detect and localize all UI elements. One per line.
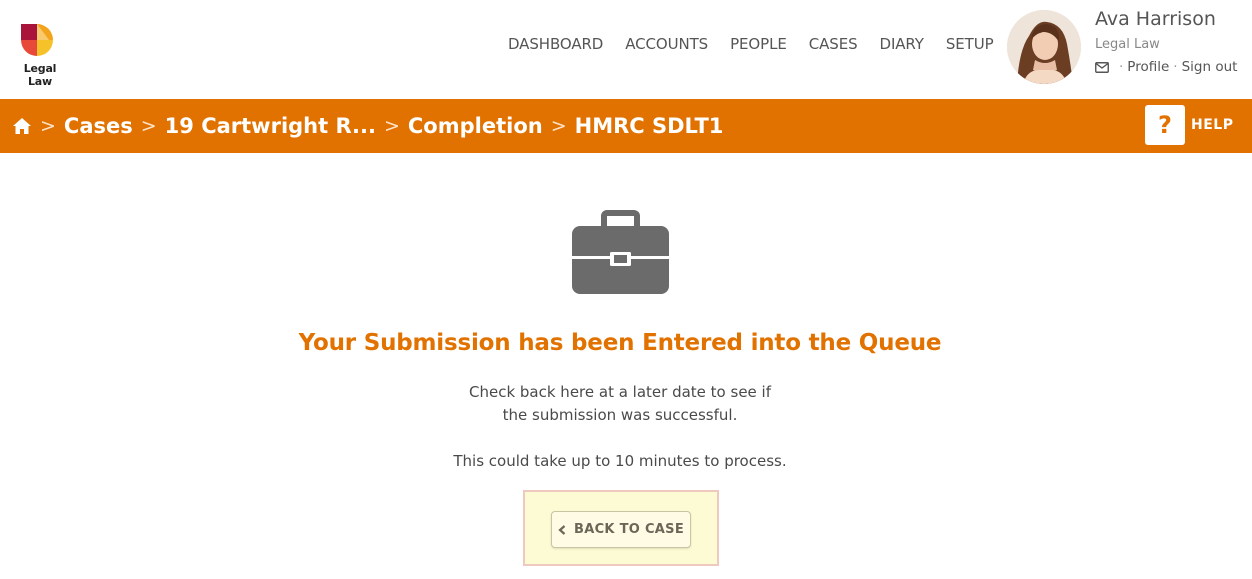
mail-icon[interactable] [1095,61,1109,73]
breadcrumb: > Cases > 19 Cartwright R... > Completio… [12,99,723,153]
user-name: Ava Harrison [1095,8,1216,30]
nav-dashboard[interactable]: DASHBOARD [508,35,603,53]
breadcrumb-separator: > [550,115,567,137]
nav-accounts[interactable]: ACCOUNTS [625,35,708,53]
user-avatar[interactable] [1007,10,1081,84]
top-header: Legal Law DASHBOARD ACCOUNTS PEOPLE CASE… [0,0,1252,99]
breadcrumb-separator: > [140,115,157,137]
nav-cases[interactable]: CASES [809,35,858,53]
breadcrumb-item-current: HMRC SDLT1 [574,114,724,138]
help-button-label[interactable]: HELP [1191,117,1233,133]
page-title: Your Submission has been Entered into th… [298,330,942,356]
breadcrumb-bar: > Cases > 19 Cartwright R... > Completio… [0,99,1252,153]
back-to-case-label: BACK TO CASE [574,522,684,537]
nav-people[interactable]: PEOPLE [730,35,787,53]
main-nav: DASHBOARD ACCOUNTS PEOPLE CASES DIARY SE… [508,35,1016,53]
brand-logo[interactable]: Legal Law [10,18,72,88]
brand-name: Legal Law [23,62,57,88]
briefcase-icon [572,210,669,294]
user-organisation: Legal Law [1095,37,1160,52]
nav-diary[interactable]: DIARY [880,35,924,53]
link-separator: · [1173,59,1178,75]
breadcrumb-item-completion[interactable]: Completion [408,114,543,138]
logo-mark-icon [21,24,53,56]
breadcrumb-separator: > [40,115,56,137]
info-text-line2: the submission was successful. [502,406,738,424]
nav-setup[interactable]: SETUP [946,35,994,53]
profile-link[interactable]: Profile [1127,59,1169,75]
breadcrumb-item-case[interactable]: 19 Cartwright R... [165,114,376,138]
signout-link[interactable]: Sign out [1182,59,1238,75]
user-links: · Profile · Sign out [1095,59,1237,75]
back-to-case-button[interactable]: BACK TO CASE [551,511,691,548]
processing-time-text: This could take up to 10 minutes to proc… [453,452,787,470]
breadcrumb-separator: > [383,115,400,137]
help-icon[interactable]: ? [1145,105,1185,145]
link-separator: · [1119,59,1124,75]
home-icon[interactable] [12,117,32,135]
breadcrumb-item-cases[interactable]: Cases [64,114,133,138]
info-text-line1: Check back here at a later date to see i… [468,383,771,401]
user-photo [1007,10,1081,84]
chevron-left-icon [558,524,566,535]
